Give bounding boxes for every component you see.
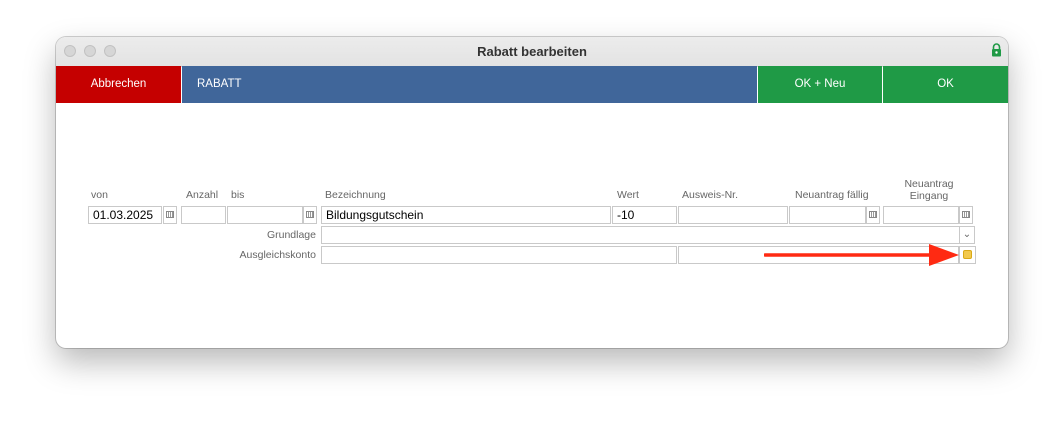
title-bar: Rabatt bearbeiten: [56, 37, 1008, 67]
annotation-arrow-icon: [764, 244, 959, 266]
ok-button[interactable]: OK: [883, 66, 1008, 103]
chevron-down-icon[interactable]: ⌄: [959, 226, 975, 244]
ausgleichskonto-field[interactable]: [321, 246, 677, 264]
section-title: RABATT: [182, 66, 757, 103]
window-title: Rabatt bearbeiten: [477, 44, 587, 59]
neuantrag-eingang-calendar-icon[interactable]: [959, 206, 973, 224]
grundlage-label: Grundlage: [266, 229, 316, 241]
ausgleichskonto-label: Ausgleichskonto: [239, 249, 316, 261]
ausweis-label: Ausweis-Nr.: [682, 189, 739, 201]
ok-new-button[interactable]: OK + Neu: [758, 66, 882, 103]
bis-date-field[interactable]: [227, 206, 303, 224]
neuantrag-eingang-label-line2: Eingang: [909, 190, 949, 202]
action-bar: Abbrechen RABATT OK + Neu OK: [56, 66, 1008, 103]
anzahl-field[interactable]: [181, 206, 226, 224]
neuantrag-eingang-field[interactable]: [883, 206, 959, 224]
cancel-button[interactable]: Abbrechen: [56, 66, 181, 103]
ausweis-field[interactable]: [678, 206, 788, 224]
neuantrag-eingang-label-line1: Neuantrag: [904, 178, 954, 190]
neuantrag-faellig-field[interactable]: [789, 206, 866, 224]
lookup-icon[interactable]: [959, 246, 976, 264]
anzahl-label: Anzahl: [186, 189, 219, 201]
von-label: von: [91, 189, 108, 201]
bis-label: bis: [231, 189, 245, 201]
dialog-window: Rabatt bearbeiten Abbrechen RABATT OK + …: [56, 37, 1008, 348]
wert-label: Wert: [617, 189, 639, 201]
neuantrag-faellig-label: Neuantrag fällig: [795, 189, 869, 201]
wert-field[interactable]: -10: [612, 206, 677, 224]
bis-calendar-icon[interactable]: [303, 206, 317, 224]
neuantrag-faellig-calendar-icon[interactable]: [866, 206, 880, 224]
bezeichnung-field[interactable]: Bildungsgutschein: [321, 206, 611, 224]
von-calendar-icon[interactable]: [163, 206, 177, 224]
lock-icon: [992, 43, 1001, 57]
bezeichnung-label: Bezeichnung: [325, 189, 386, 201]
von-date-field[interactable]: 01.03.2025: [88, 206, 162, 224]
